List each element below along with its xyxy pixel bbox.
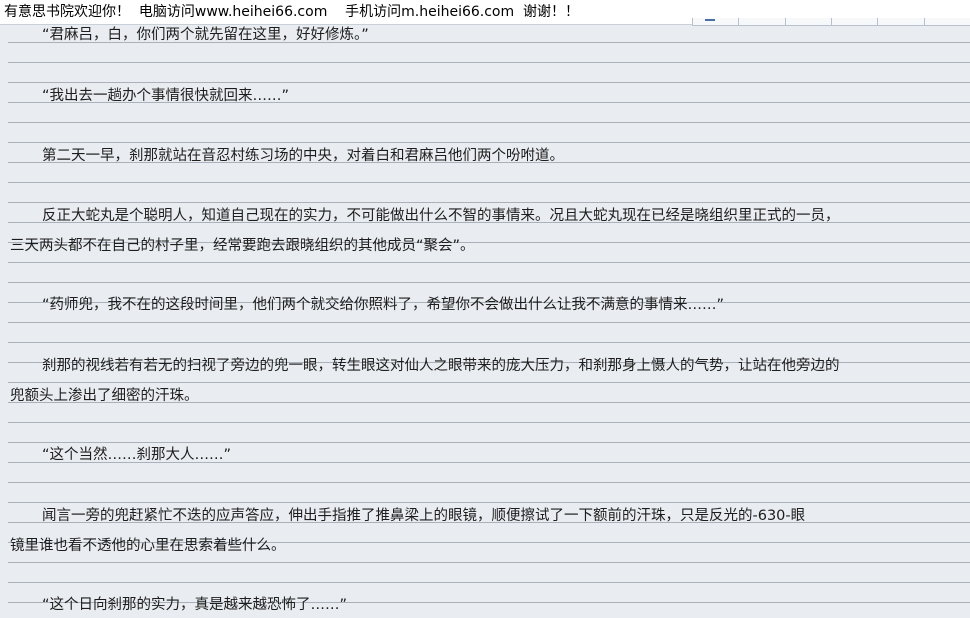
ruled-line: [8, 442, 970, 443]
text-line: 兜额头上渗出了细密的汗珠。: [10, 388, 199, 404]
text-line: 反正大蛇丸是个聪明人，知道自己现在的实力，不可能做出什么不智的事情来。况且大蛇丸…: [42, 208, 840, 224]
ruled-line: [8, 62, 970, 63]
ruled-line: [8, 82, 970, 83]
text-line: 刹那的视线若有若无的扫视了旁边的兜一眼，转生眼这对仙人之眼带来的庞大压力，和刹那…: [42, 358, 840, 374]
top-table-strip: [692, 18, 970, 26]
ruled-line: [8, 482, 970, 483]
text-line: “这个日向刹那的实力，真是越来越恐怖了……”: [42, 597, 348, 613]
text-line: “这个当然……刹那大人……”: [42, 447, 232, 463]
text-line: “我出去一趟办个事情很快就回来……”: [42, 88, 290, 104]
text-line: 镜里谁也看不透他的心里在思索着些什么。: [10, 538, 286, 554]
table-cell: [877, 18, 924, 26]
table-cell: [738, 18, 785, 26]
table-cell: [784, 18, 831, 26]
blue-marker-icon: [705, 19, 715, 21]
text-line: 第二天一早，刹那就站在音忍村练习场的中央，对着白和君麻吕他们两个吩咐道。: [42, 148, 564, 164]
ruled-line: [8, 182, 970, 183]
site-welcome-message: 有意思书院欢迎你！ 电脑访问www.heihei66.com 手机访问m.hei…: [4, 4, 580, 20]
document-body: “君麻吕，白，你们两个就先留在这里，好好修炼。” “我出去一趟办个事情很快就回来…: [0, 0, 970, 618]
text-line: 闻言一旁的兜赶紧忙不迭的应声答应，伸出手指推了推鼻梁上的眼镜，顺便擦试了一下额前…: [42, 508, 806, 524]
text-line: “药师兜，我不在的这段时间里，他们两个就交给你照料了，希望你不会做出什么让我不满…: [42, 297, 725, 313]
table-cell: [923, 18, 970, 26]
ruled-line: [8, 122, 970, 123]
ruled-line: [8, 422, 970, 423]
table-cell: [692, 18, 739, 26]
ruled-line: [8, 202, 970, 203]
ruled-line: [8, 382, 970, 383]
ruled-line: [8, 342, 970, 343]
ruled-line: [8, 502, 970, 503]
ruled-line: [8, 322, 970, 323]
ruled-line: [8, 142, 970, 143]
text-line: “君麻吕，白，你们两个就先留在这里，好好修炼。”: [42, 27, 369, 43]
text-line: 三天两头都不在自己的村子里，经常要跑去跟晓组织的其他成员“聚会”。: [10, 238, 475, 254]
ruled-line: [8, 562, 970, 563]
ruled-line: [8, 582, 970, 583]
ruled-line: [8, 282, 970, 283]
ruled-line: [8, 262, 970, 263]
table-cell: [830, 18, 878, 26]
